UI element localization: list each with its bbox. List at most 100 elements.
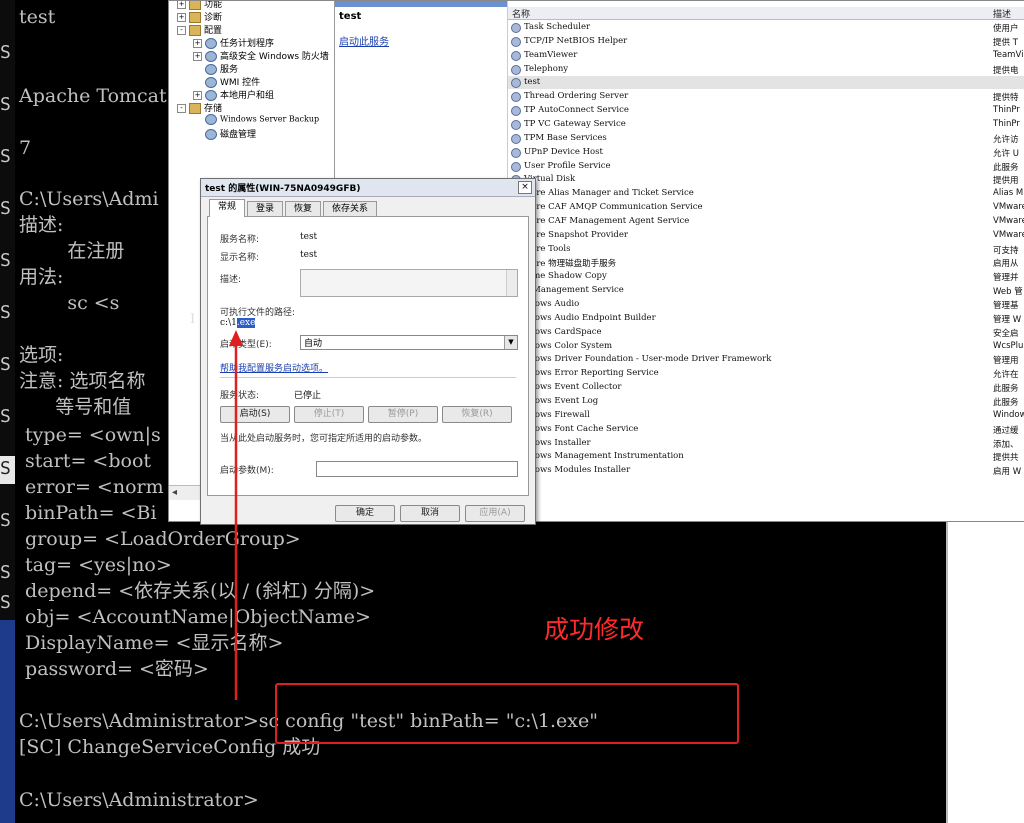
service-description: ThinPr [993,105,1020,116]
console-line: error= <norm [19,476,164,498]
pause-button[interactable]: 暂停(P) [368,406,438,423]
service-properties-dialog: test 的属性(WIN-75NA0949GFB) × 常规 登录 恢复 依存关… [200,178,536,525]
start-service-link[interactable]: 启动此服务 [339,33,389,48]
service-row[interactable]: User Profile Service 此服务 [508,160,1024,173]
dialog-title: test 的属性(WIN-75NA0949GFB) [205,184,361,194]
service-description: Alias M [993,188,1024,199]
tree-item-firewall[interactable]: + 高级安全 Windows 防火墙 [193,49,329,62]
tree-item-services[interactable]: 服务 [205,62,238,75]
tree-item-disk-management[interactable]: 磁盘管理 [205,127,256,140]
help-configure-startup-link[interactable]: 帮助我配置服务启动选项。 [220,361,328,374]
apply-button[interactable]: 应用(A) [465,505,525,522]
strip-glyph: S [0,146,11,167]
executable-path-value[interactable]: c:\1.exe [220,318,256,328]
description-textbox[interactable] [300,269,518,297]
service-row[interactable]: Thread Ordering Server 提供特 [508,90,1024,103]
service-row[interactable]: ndows Firewall Window [508,409,1024,422]
service-row[interactable]: ndows Modules Installer 启用 W [508,464,1024,477]
start-parameters-input[interactable] [316,461,518,477]
service-row[interactable]: TeamViewer TeamVi [508,49,1024,62]
service-description: 提供共 [993,453,1019,464]
console-line: 注意: 选项名称 [19,370,146,392]
service-name: Thread Ordering Server [524,91,629,102]
service-description: 提供 T [993,37,1018,48]
service-row[interactable]: Telephony 提供电 [508,63,1024,76]
console-line: 描述: [19,214,64,236]
dialog-title-bar[interactable]: test 的属性(WIN-75NA0949GFB) × [201,179,535,197]
service-row[interactable]: TCP/IP NetBIOS Helper 提供 T [508,35,1024,48]
service-row[interactable]: ware CAF AMQP Communication Service VMwar… [508,201,1024,214]
service-row[interactable]: ware Snapshot Provider VMware [508,229,1024,242]
service-description: Window [993,409,1024,420]
service-description: 安全启 [993,328,1019,339]
service-row[interactable]: ndows Management Instrumentation 提供共 [508,450,1024,463]
service-name: TeamViewer [524,49,578,60]
tree-item-configuration[interactable]: - 配置 [177,23,222,36]
stop-button[interactable]: 停止(T) [294,406,364,423]
service-row[interactable]: ndows Font Cache Service 通过缓 [508,423,1024,436]
expand-icon[interactable]: + [177,1,186,9]
service-gear-icon [511,36,521,47]
service-row[interactable]: ndows Installer 添加、 [508,437,1024,450]
service-row[interactable]: lume Shadow Copy 管理并 [508,270,1024,283]
start-button[interactable]: 启动(S) [220,406,290,423]
tab-dependencies[interactable]: 依存关系 [323,201,377,217]
collapse-icon[interactable]: - [177,26,186,35]
service-row[interactable]: ndows Error Reporting Service 允许在 [508,367,1024,380]
service-row[interactable]: ndows Driver Foundation - User-mode Driv… [508,353,1024,366]
console-line: tag= <yes|no> [19,554,172,576]
tree-item-task-scheduler[interactable]: + 任务计划程序 [193,36,274,49]
service-row[interactable]: ware Tools 可支持 [508,243,1024,256]
service-row[interactable]: ware CAF Management Agent Service VMware [508,215,1024,228]
service-row[interactable]: Task Scheduler 使用户 [508,21,1024,34]
vertical-scrollbar[interactable] [506,270,517,296]
tree-item-diagnostics[interactable]: + 诊断 [177,10,222,23]
startup-type-select[interactable]: 自动 ▼ [300,335,518,350]
tree-item-storage[interactable]: - 存储 [177,101,222,114]
service-row[interactable]: ndows Event Collector 此服务 [508,381,1024,394]
tree-item-features[interactable]: + 功能 [177,1,222,10]
service-row[interactable]: b Management Service Web 管 [508,284,1024,297]
service-gear-icon [511,50,521,61]
scroll-left-icon[interactable]: ◂ [172,487,177,498]
service-row[interactable]: ndows Color System WcsPlu [508,340,1024,353]
description-label: 描述: [220,275,242,285]
service-row[interactable]: Virtual Disk 提供用 [508,173,1024,186]
service-row[interactable]: TPM Base Services 允许访 [508,132,1024,145]
service-row[interactable]: ware 物理磁盘助手服务 启用从 [508,256,1024,269]
service-gear-icon [511,133,521,144]
expand-icon[interactable]: + [193,52,202,61]
folder-icon [189,12,201,23]
service-row[interactable]: ware Alias Manager and Ticket Service Ali… [508,187,1024,200]
service-row[interactable]: ndows Audio Endpoint Builder 管理 W [508,312,1024,325]
service-row[interactable]: test [508,76,1024,90]
ok-button[interactable]: 确定 [335,505,395,522]
service-row[interactable]: ndows Event Log 此服务 [508,395,1024,408]
column-header-name[interactable]: 名称 [512,7,530,20]
service-status-value: 已停止 [294,391,322,401]
service-row[interactable]: ndows Audio 管理基 [508,298,1024,311]
tab-logon[interactable]: 登录 [247,201,283,217]
chevron-down-icon[interactable]: ▼ [504,336,517,349]
service-row[interactable]: ndows CardSpace 安全启 [508,326,1024,339]
blue-background-area [0,620,15,823]
resume-button[interactable]: 恢复(R) [442,406,512,423]
console-line: C:\Users\Admi [19,188,159,210]
service-description: TeamVi [993,49,1024,60]
console-line: start= <boot [19,450,152,472]
cancel-button[interactable]: 取消 [400,505,460,522]
collapse-icon[interactable]: - [177,104,186,113]
column-header-description[interactable]: 描述 [993,7,1011,20]
tree-item-wmi[interactable]: WMI 控件 [205,75,260,88]
expand-icon[interactable]: + [177,13,186,22]
tree-item-windows-server-backup[interactable]: Windows Server Backup [205,114,319,125]
service-row[interactable]: TP VC Gateway Service ThinPr [508,118,1024,131]
close-button[interactable]: × [518,181,532,194]
service-row[interactable]: UPnP Device Host 允许 U [508,146,1024,159]
tab-recovery[interactable]: 恢复 [285,201,321,217]
expand-icon[interactable]: + [193,91,202,100]
tree-item-local-users[interactable]: + 本地用户和组 [193,88,274,101]
service-row[interactable]: TP AutoConnect Service ThinPr [508,104,1024,117]
tab-general[interactable]: 常规 [209,199,245,217]
expand-icon[interactable]: + [193,39,202,48]
